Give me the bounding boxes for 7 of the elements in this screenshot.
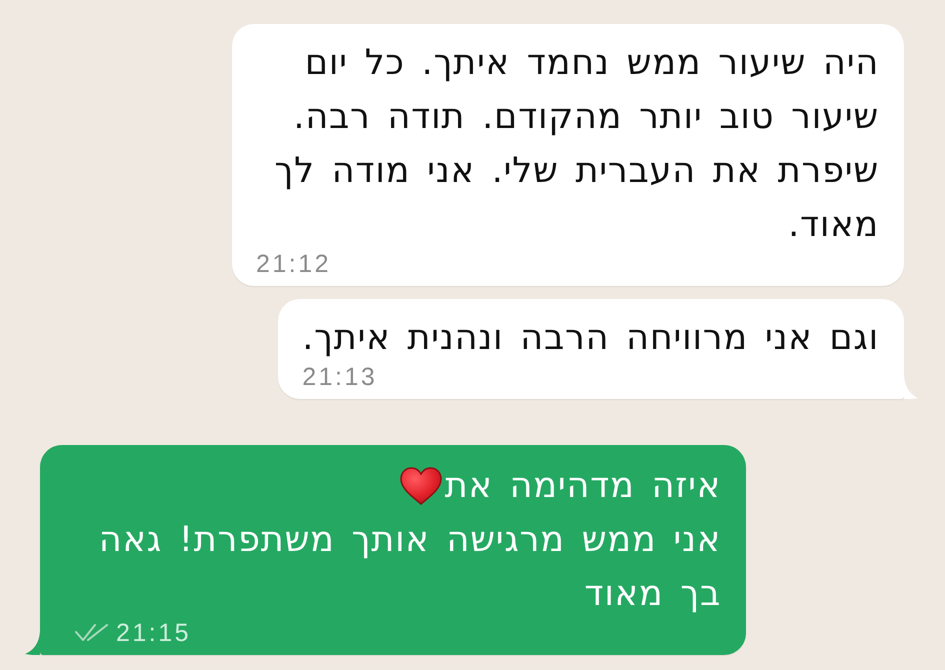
- message-time: 21:13: [302, 365, 378, 389]
- message-text: וגם אני מרוויחה הרבה ונהנית איתך.: [302, 317, 879, 360]
- message-text: איזה מדהימה את: [444, 465, 721, 508]
- message-text: אני ממש מרגישה אותך משתפרת! גאה בך מאוד: [98, 519, 721, 616]
- message-time: 21:15: [116, 621, 192, 645]
- message-text: היה שיעור ממש נחמד איתך. כל יום שיעור טוב יותר מהקודם. תודה רבה. שיפרת את העברית שלי. אני מודה לך מאוד.: [274, 42, 879, 247]
- message-time: 21:12: [256, 252, 332, 276]
